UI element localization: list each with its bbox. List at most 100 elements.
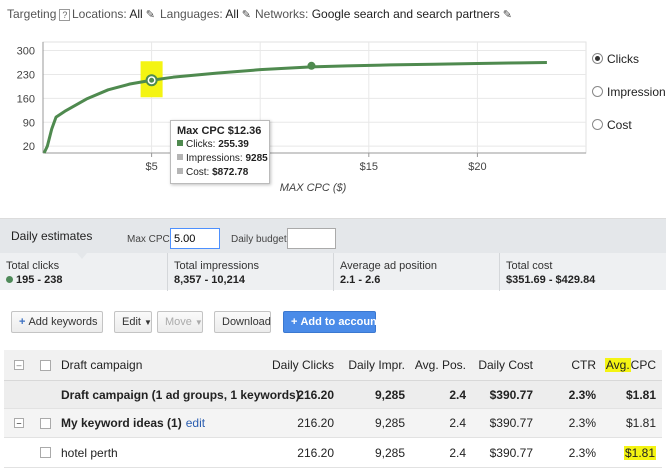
keyword-checkbox[interactable] [40,438,51,467]
tooltip-clicks-label: Clicks: [186,139,216,150]
tooltip-clicks-value: 255.39 [218,139,249,150]
languages-value: All [225,7,239,21]
chart-series [42,60,547,154]
group-name: My keyword ideas (1) [61,416,182,430]
cell-impr: 9,285 [374,416,405,430]
select-all-checkbox[interactable] [40,350,51,380]
col-avg-cpc[interactable]: Avg. CPC [600,350,656,380]
cost-swatch [177,168,183,174]
table-header: – Draft campaign Daily Clicks Daily Impr… [4,350,662,381]
cell-clicks: 216.20 [297,387,334,402]
metric-impressions-option[interactable]: Impressions [592,85,666,118]
edit-label: Edit [122,316,141,328]
daily-budget-input[interactable] [287,228,336,249]
total-clicks-cell: Total clicks 195 - 238 [0,253,167,291]
locations-filter[interactable]: Locations: All ✎ [72,7,155,21]
cell-impr: 9,285 [374,445,405,460]
cell-ctr: 2.3% [568,416,596,430]
y-tick-label: 160 [17,93,35,105]
networks-label: Networks: [255,7,309,21]
tooltip-title: Max CPC $12.36 [177,125,262,137]
col-daily-clicks[interactable]: Daily Clicks [264,350,334,380]
networks-value: Google search and search partners [311,7,500,21]
cpc-highlight: $1.81 [623,445,656,460]
pencil-icon[interactable]: ✎ [242,8,251,21]
estimates-title: Daily estimates [11,229,93,243]
move-label: Move [165,316,192,328]
total-impressions-cell: Total impressions 8,357 - 10,214 [167,253,333,291]
cell-pos: 2.4 [449,445,466,460]
languages-filter[interactable]: Languages: All ✎ [160,7,251,21]
col-daily-impr[interactable]: Daily Impr. [339,350,405,380]
group-checkbox[interactable] [40,409,51,437]
col-daily-cost[interactable]: Daily Cost [469,350,533,380]
y-axis: 300 230 160 90 20 [17,46,35,154]
clicks-swatch [177,140,183,146]
x-tick-label: $15 [360,161,378,173]
checkbox[interactable] [40,417,51,429]
metric-impressions-label: Impressions [607,85,666,99]
move-button[interactable]: Move ▼ [157,311,203,333]
radio-cost[interactable] [592,119,603,130]
radio-clicks[interactable] [592,53,603,64]
download-label: Download [222,316,271,328]
clicks-dot-icon [6,276,13,283]
plus-icon: + [19,316,26,328]
add-to-account-button[interactable]: + Add to account [283,311,381,333]
radio-impressions[interactable] [592,86,603,97]
pencil-icon[interactable]: ✎ [146,8,155,21]
checkbox[interactable] [40,359,51,371]
col-ctr[interactable]: CTR [544,350,596,380]
y-tick-label: 20 [23,141,35,153]
x-axis-label: MAX CPC ($) [280,182,347,194]
col-avg-pos[interactable]: Avg. Pos. [409,350,466,380]
y-tick-label: 90 [23,117,35,129]
chevron-down-icon: ▼ [143,317,152,327]
collapse-icon[interactable]: – [14,360,24,370]
total-impressions-value: 8,357 - 10,214 [174,274,245,286]
keyword-name: hotel perth [61,445,118,460]
tooltip-impressions: Impressions: 9285 [177,152,268,166]
cpc-label: CPC [630,358,656,372]
total-clicks-text: 195 - 238 [16,274,63,286]
x-tick-label: $20 [468,161,486,173]
group-edit-link[interactable]: edit [186,416,205,430]
targeting-label: Targeting? [7,7,71,21]
y-tick-label: 230 [17,69,35,81]
expand-all-toggle[interactable]: – [14,350,24,380]
tooltip-cost: Cost: $872.78 [177,166,263,180]
estimates-header: Daily estimates Max CPC $ Daily budget $ [0,219,666,253]
networks-filter[interactable]: Networks: Google search and search partn… [255,7,512,21]
total-cost-label: Total cost [506,260,553,272]
max-cpc-input[interactable] [170,228,220,249]
cell-clicks: 216.20 [297,416,334,430]
metric-clicks-option[interactable]: Clicks [592,52,666,85]
add-keywords-button[interactable]: + Add keywords [11,311,103,333]
languages-label: Languages: [160,7,223,21]
group-expand-toggle[interactable]: – [14,409,24,437]
collapse-icon[interactable]: – [14,418,24,428]
edit-button[interactable]: Edit ▼ [114,311,152,333]
pencil-icon[interactable]: ✎ [503,8,512,21]
col-campaign[interactable]: Draft campaign [61,350,142,380]
data-point-marker [307,61,316,70]
chevron-down-icon: ▼ [194,317,203,327]
metric-cost-option[interactable]: Cost [592,118,666,151]
add-keywords-label: Add keywords [28,316,98,328]
cell-ctr: 2.3% [568,387,596,402]
cell-ctr: 2.3% [568,445,596,460]
metric-clicks-label: Clicks [607,52,639,66]
download-button[interactable]: Download [214,311,271,333]
chart-grid [42,41,587,154]
filter-bar: Targeting? Locations: All ✎ Languages: Al… [0,0,666,28]
cell-cpc: $1.81 [625,387,656,402]
bid-simulator-chart: 3002301609020 $5$10$15$20 MAX CPC ($) Ma… [0,36,666,198]
metric-cost-label: Cost [607,118,632,132]
group-name-cell: My keyword ideas (1) edit [61,409,205,437]
metric-selector: Clicks Impressions Cost [592,52,666,151]
help-icon[interactable]: ? [59,9,71,21]
checkbox[interactable] [40,447,51,458]
total-impressions-label: Total impressions [174,260,259,272]
cell-cost: $390.77 [489,445,533,460]
cell-pos: 2.4 [449,416,466,430]
